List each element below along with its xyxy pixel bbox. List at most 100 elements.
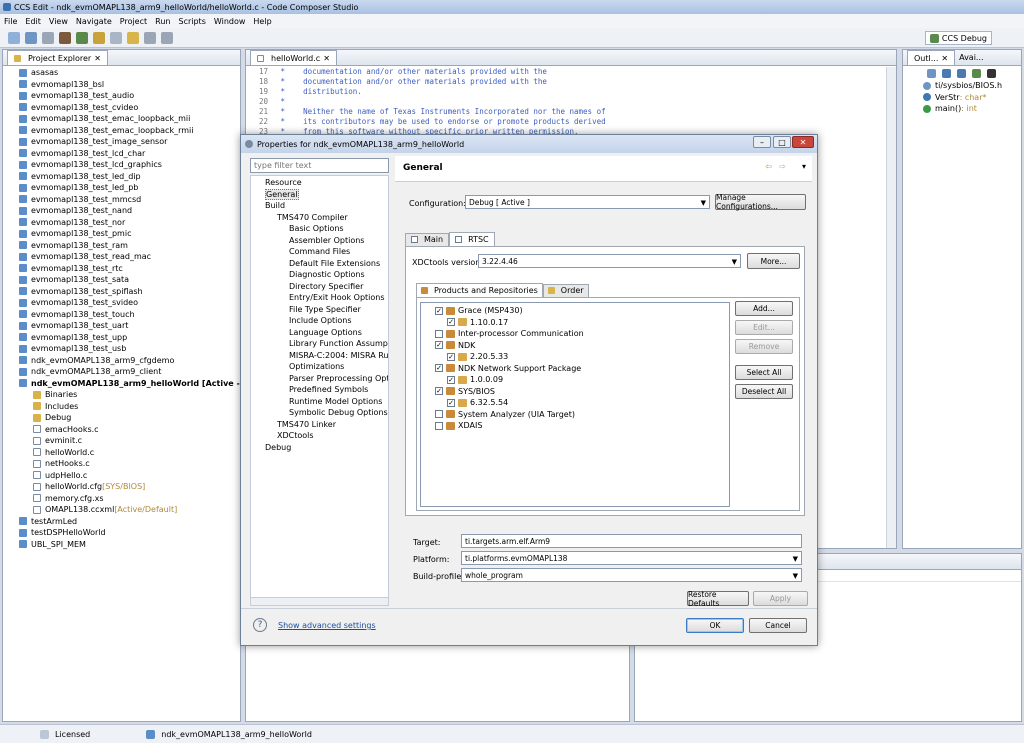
menu-help[interactable]: Help	[253, 17, 271, 26]
tree-item[interactable]: evmomapl138_test_audio	[9, 90, 240, 102]
property-tree-item[interactable]: Debug	[251, 442, 388, 454]
product-checkbox[interactable]: ✓	[435, 364, 443, 373]
tree-item[interactable]: evmomapl138_test_read_mac	[9, 251, 240, 263]
apply-button[interactable]: Apply	[753, 591, 808, 606]
ok-button[interactable]: OK	[686, 618, 744, 633]
editor-scrollbar[interactable]	[886, 67, 896, 548]
tree-item[interactable]: UBL_SPI_MEM	[9, 539, 240, 551]
tree-item[interactable]: evmomapl138_test_emac_loopback_rmii	[9, 125, 240, 137]
property-tree-item[interactable]: XDCtools	[251, 430, 388, 442]
tree-item[interactable]: evmomapl138_test_lcd_char	[9, 148, 240, 160]
cancel-button[interactable]: Cancel	[749, 618, 807, 633]
tree-item[interactable]: netHooks.c	[9, 458, 240, 470]
product-item[interactable]: ✓ 6.32.5.54	[435, 397, 729, 409]
tree-item[interactable]: evmomapl138_test_pmic	[9, 228, 240, 240]
tree-item[interactable]: evmomapl138_test_uart	[9, 320, 240, 332]
new-icon[interactable]	[8, 31, 20, 44]
tree-item[interactable]: asasas	[9, 67, 240, 79]
property-tree-item[interactable]: Runtime Model Options	[251, 396, 388, 408]
tree-item[interactable]: ndk_evmOMAPL138_arm9_client	[9, 366, 240, 378]
menu-window[interactable]: Window	[214, 17, 246, 26]
help-icon[interactable]: ?	[253, 618, 267, 632]
tree-item[interactable]: evmomapl138_test_led_dip	[9, 171, 240, 183]
maximize-icon[interactable]: □	[773, 136, 791, 148]
menu-run[interactable]: Run	[155, 17, 170, 26]
search-icon[interactable]	[110, 31, 122, 44]
tab-products-repositories[interactable]: Products and Repositories	[416, 283, 543, 297]
xdctools-version-select[interactable]: 3.22.4.46 ▼	[478, 254, 741, 268]
hide-static-icon[interactable]	[957, 68, 966, 78]
tree-item[interactable]: evmomapl138_test_image_sensor	[9, 136, 240, 148]
product-item[interactable]: ✓ NDK	[435, 340, 729, 352]
property-tree-item[interactable]: Resource	[251, 177, 388, 189]
build-profile-select[interactable]: whole_program ▼	[461, 568, 802, 582]
tab-outline[interactable]: Outl... ✕	[907, 50, 956, 65]
tree-item[interactable]: evmomapl138_test_spiflash	[9, 286, 240, 298]
property-tree-item[interactable]: General	[251, 188, 388, 201]
property-tree-item[interactable]: Parser Preprocessing Options	[251, 373, 388, 385]
tree-item[interactable]: evminit.c	[9, 435, 240, 447]
edit-button[interactable]: Edit...	[735, 320, 793, 335]
tree-item[interactable]: Binaries	[9, 389, 240, 401]
save-icon[interactable]	[25, 31, 37, 44]
menu-edit[interactable]: Edit	[25, 17, 41, 26]
tree-item[interactable]: evmomapl138_test_nand	[9, 205, 240, 217]
tree-item[interactable]: helloWorld.cfg [SYS/BIOS]	[9, 481, 240, 493]
property-tree-item[interactable]: TMS470 Linker	[251, 419, 388, 431]
tree-item[interactable]: evmomapl138_bsl	[9, 79, 240, 91]
add-button[interactable]: Add...	[735, 301, 793, 316]
property-tree-item[interactable]: Command Files	[251, 246, 388, 258]
product-checkbox[interactable]: ✓	[435, 306, 443, 315]
property-tree-item[interactable]: Build	[251, 200, 388, 212]
property-tree-item[interactable]: Library Function Assumption	[251, 338, 388, 350]
perspective-ccs-debug[interactable]: CCS Debug	[924, 31, 992, 45]
forward-arrow-icon[interactable]	[161, 31, 173, 44]
tree-item[interactable]: evmomapl138_test_mmcsd	[9, 194, 240, 206]
property-tree-item[interactable]: File Type Specifier	[251, 304, 388, 316]
property-tree-item[interactable]: Optimizations	[251, 361, 388, 373]
property-tree-item[interactable]: Predefined Symbols	[251, 384, 388, 396]
property-tree-item[interactable]: Symbolic Debug Options	[251, 407, 388, 419]
target-input[interactable]: ti.targets.arm.elf.Arm9	[461, 534, 802, 548]
product-checkbox[interactable]: ✓	[447, 318, 455, 327]
manage-configurations-button[interactable]: Manage Configurations...	[715, 193, 806, 211]
tree-item[interactable]: evmomapl138_test_upp	[9, 332, 240, 344]
property-tree-item[interactable]: MISRA-C:2004: MISRA Rules	[251, 350, 388, 362]
product-item[interactable]: ✓ 1.10.0.17	[435, 317, 729, 329]
outline-item[interactable]: VerStr : char*	[923, 92, 1021, 104]
property-tree-item[interactable]: Language Options	[251, 327, 388, 339]
print-icon[interactable]	[42, 31, 54, 44]
back-arrow-icon[interactable]: ⇦	[765, 162, 772, 171]
property-tree-item[interactable]: Directory Specifier	[251, 281, 388, 293]
tree-item[interactable]: evmomapl138_test_ram	[9, 240, 240, 252]
tree-item[interactable]: Debug	[9, 412, 240, 424]
forward-arrow-icon[interactable]: ⇨	[779, 162, 786, 171]
tree-hscrollbar[interactable]	[250, 597, 389, 606]
view-menu-icon[interactable]: ▾	[802, 162, 806, 171]
tools-icon[interactable]	[93, 31, 105, 44]
tab-helloworld-c[interactable]: helloWorld.c ✕	[250, 50, 337, 65]
hide-nonpublic-icon[interactable]	[972, 68, 981, 78]
tab-rtsc[interactable]: RTSC	[449, 232, 495, 246]
menu-project[interactable]: Project	[120, 17, 147, 26]
tree-item[interactable]: memory.cfg.xs	[9, 493, 240, 505]
product-item[interactable]: System Analyzer (UIA Target)	[435, 409, 729, 421]
product-checkbox[interactable]: ✓	[435, 341, 443, 350]
sort-icon[interactable]	[927, 68, 936, 78]
tree-item[interactable]: ndk_evmOMAPL138_arm9_helloWorld [Active …	[9, 378, 275, 390]
tree-item[interactable]: evmomapl138_test_emac_loopback_mii	[9, 113, 240, 125]
property-tree-item[interactable]: Diagnostic Options	[251, 269, 388, 281]
configuration-select[interactable]: Debug [ Active ] ▼	[465, 195, 710, 209]
outline-item[interactable]: ti/sysbios/BIOS.h	[923, 80, 1021, 92]
tab-project-explorer[interactable]: Project Explorer ✕	[7, 50, 108, 65]
product-item[interactable]: ✓ 1.0.0.09	[435, 374, 729, 386]
tree-item[interactable]: evmomapl138_test_svideo	[9, 297, 240, 309]
menu-navigate[interactable]: Navigate	[76, 17, 112, 26]
debug-icon[interactable]	[76, 31, 88, 44]
product-checkbox[interactable]	[435, 410, 443, 419]
remove-button[interactable]: Remove	[735, 339, 793, 354]
product-checkbox[interactable]	[435, 329, 443, 338]
more-button[interactable]: More...	[747, 253, 800, 269]
hide-fields-icon[interactable]	[942, 68, 951, 78]
tree-item[interactable]: evmomapl138_test_rtc	[9, 263, 240, 275]
